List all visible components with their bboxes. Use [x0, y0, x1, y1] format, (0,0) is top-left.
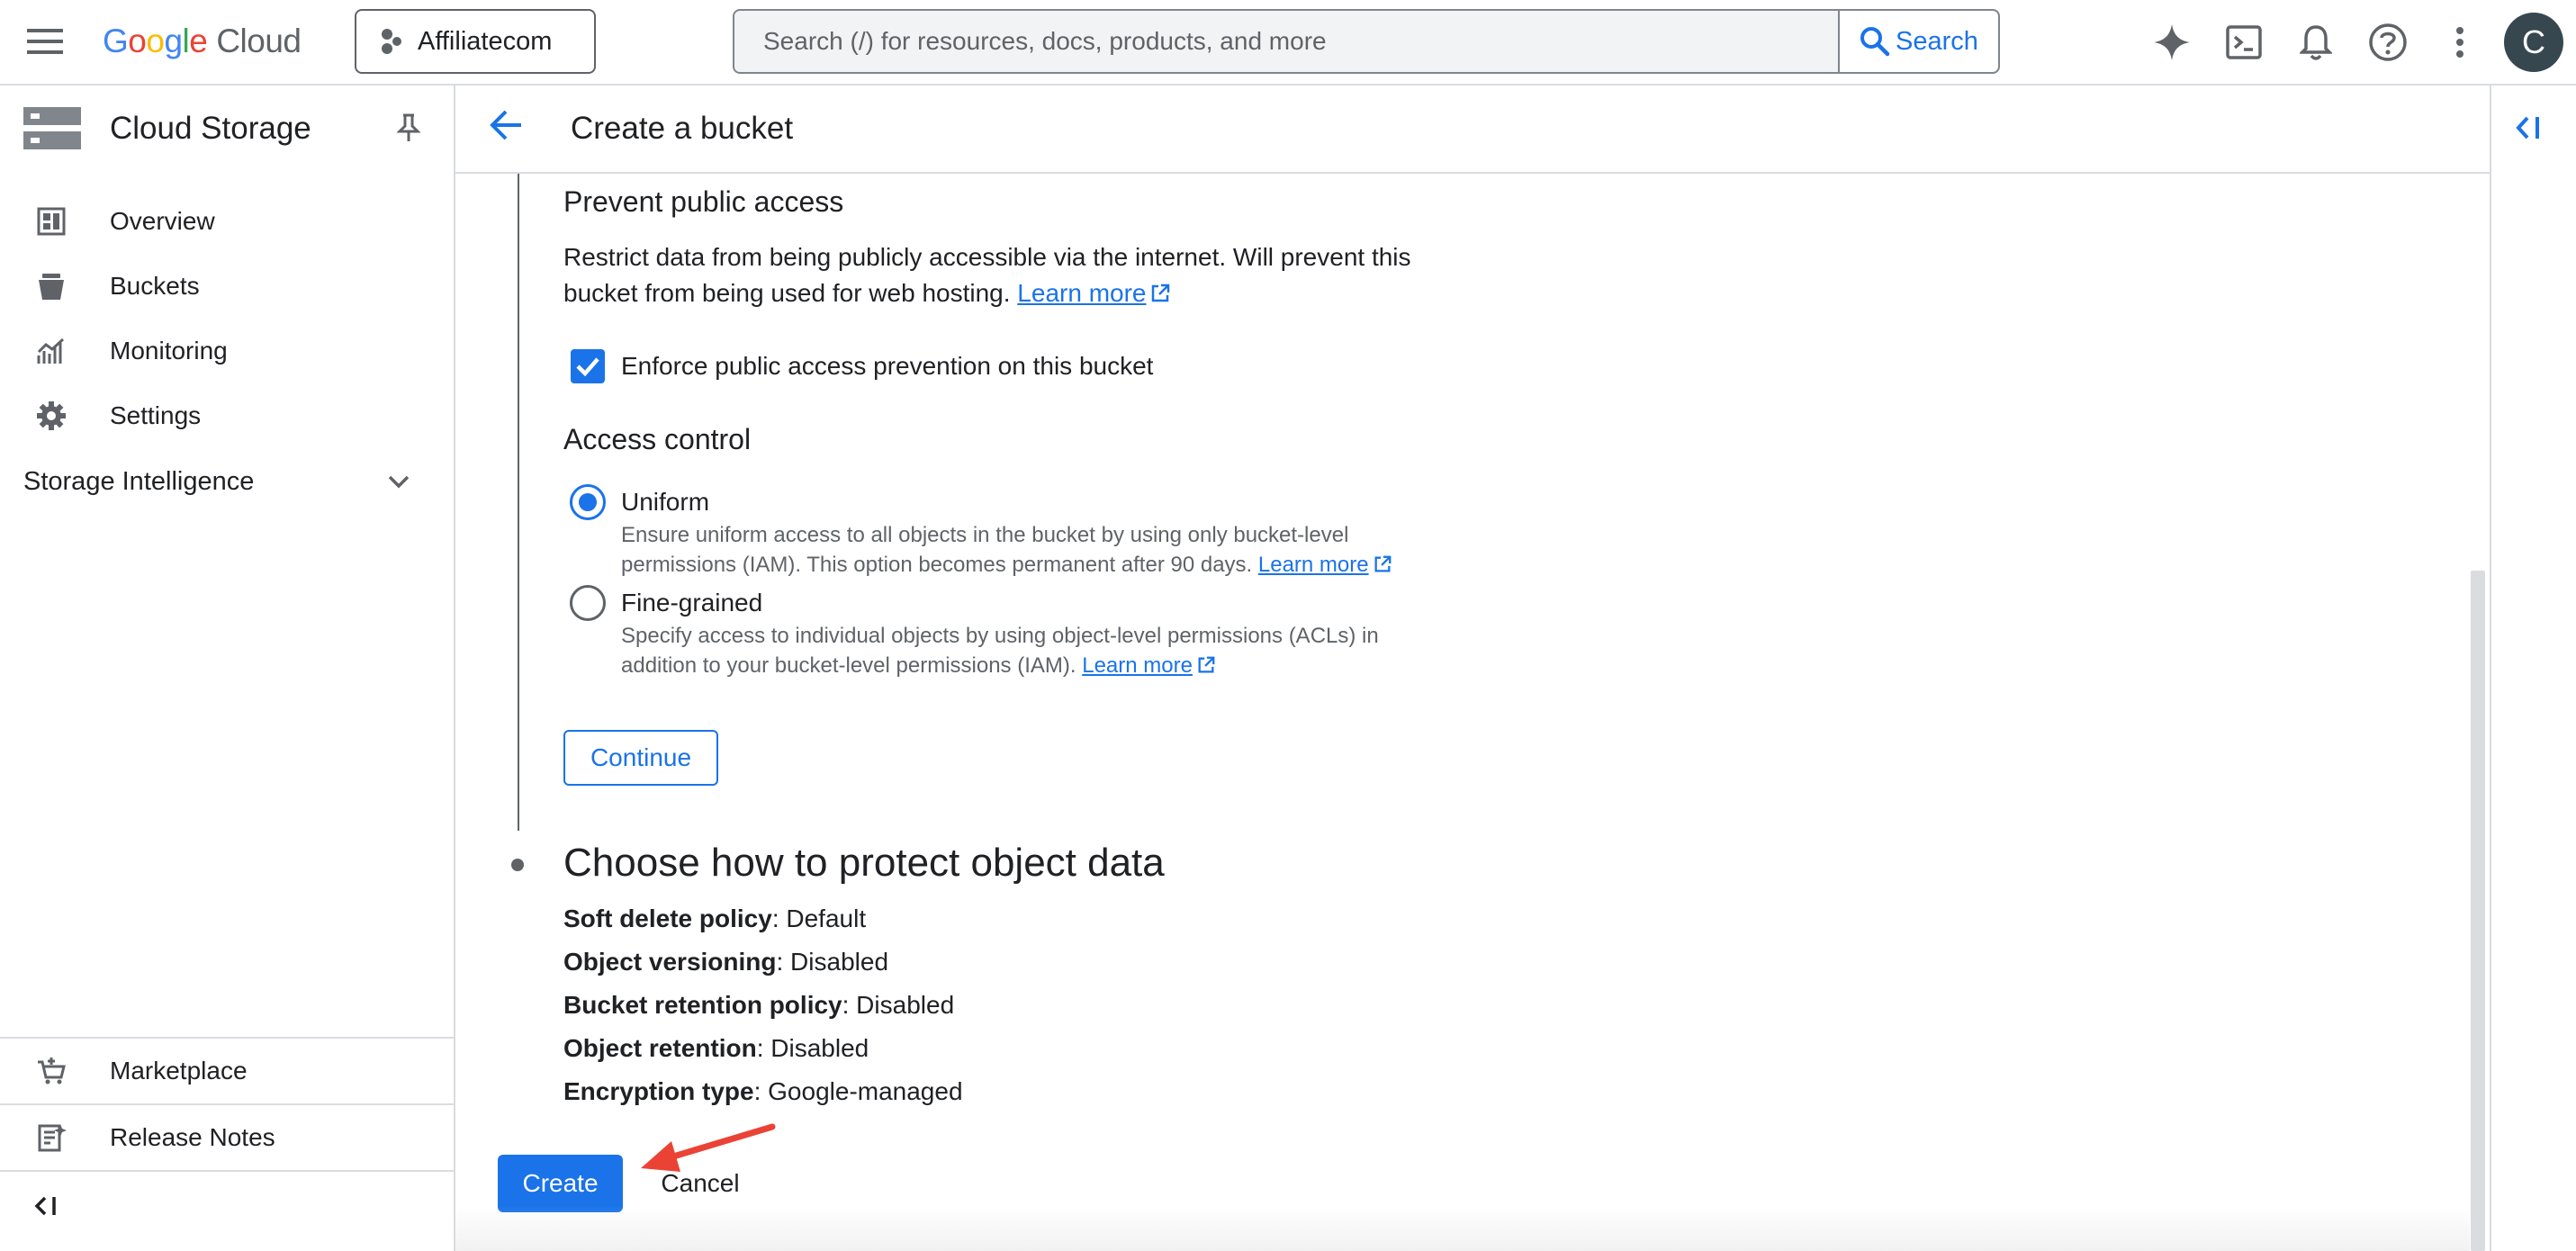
annotation-arrow-icon — [630, 1116, 779, 1179]
object-versioning-row: Object versioning: Disabled — [563, 948, 888, 976]
learn-more-link[interactable]: Learn more — [1082, 653, 1193, 678]
learn-more-link[interactable]: Learn more — [1258, 553, 1369, 577]
page-header: Create a bucket — [455, 86, 2490, 174]
fine-grained-description: Specify access to individual objects by … — [621, 621, 1413, 680]
bucket-retention-policy-row: Bucket retention policy: Disabled — [563, 991, 954, 1020]
right-rail — [2490, 86, 2576, 1251]
avatar[interactable]: C — [2504, 13, 2563, 72]
cloud-shell-icon[interactable] — [2221, 20, 2266, 65]
search-button-label: Search — [1896, 26, 1978, 56]
row-value: : Google-managed — [753, 1077, 963, 1105]
search-bar: Search — [733, 9, 2000, 74]
learn-more-link[interactable]: Learn more — [1017, 279, 1146, 307]
search-button[interactable]: Search — [1838, 11, 1998, 72]
sidebar-item-overview[interactable]: Overview — [0, 189, 454, 254]
encryption-type-row: Encryption type: Google-managed — [563, 1077, 963, 1106]
sidebar-item-label: Release Notes — [110, 1123, 275, 1151]
enforce-public-access-label: Enforce public access prevention on this… — [621, 352, 1154, 380]
pin-icon[interactable] — [396, 112, 421, 143]
project-icon — [380, 28, 403, 55]
description-text: Specify access to individual objects by … — [621, 624, 1379, 678]
fine-grained-radio-label: Fine-grained — [621, 589, 763, 616]
google-cloud-logo[interactable]: Go o g l e Cloud — [103, 18, 302, 65]
row-key: Soft delete policy — [563, 904, 772, 932]
bottom-shadow — [455, 1206, 2470, 1251]
description-text: Restrict data from being publicly access… — [563, 243, 1411, 307]
top-bar: GoogleCloud Affiliatecom Search C — [0, 0, 2576, 86]
row-key: Encryption type — [563, 1077, 754, 1105]
chevron-down-icon — [387, 474, 410, 489]
sidebar-item-monitoring[interactable]: Monitoring — [0, 319, 454, 383]
help-icon[interactable] — [2365, 20, 2410, 65]
row-key: Bucket retention policy — [563, 991, 842, 1019]
back-arrow-icon[interactable] — [488, 107, 524, 143]
object-retention-row: Object retention: Disabled — [563, 1034, 869, 1063]
fine-grained-radio[interactable] — [570, 585, 606, 621]
sidebar-item-label: Marketplace — [110, 1057, 248, 1084]
sidebar-item-label: Settings — [110, 401, 202, 429]
external-link-icon — [1196, 655, 1216, 675]
soft-delete-policy-row: Soft delete policy: Default — [563, 904, 866, 933]
search-input[interactable] — [734, 11, 1838, 72]
row-value: : Disabled — [776, 948, 889, 976]
sidebar-item-release-notes[interactable]: Release Notes — [0, 1105, 454, 1170]
access-control-heading: Access control — [563, 423, 752, 455]
uniform-description: Ensure uniform access to all objects in … — [621, 520, 1413, 580]
bucket-icon — [36, 271, 67, 302]
sidebar-section-label: Storage Intelligence — [23, 466, 255, 496]
more-vert-icon[interactable] — [2437, 20, 2482, 65]
gear-icon — [36, 400, 67, 431]
sidebar-item-settings[interactable]: Settings — [0, 383, 454, 448]
checkmark-icon — [575, 356, 600, 377]
row-value: : Disabled — [756, 1034, 869, 1062]
project-picker-button[interactable]: Affiliatecom — [355, 9, 596, 74]
expand-panel-icon[interactable] — [2515, 112, 2544, 143]
sidebar-item-buckets[interactable]: Buckets — [0, 254, 454, 319]
marketplace-cart-icon — [36, 1056, 67, 1086]
uniform-radio-label: Uniform — [621, 488, 710, 516]
notifications-bell-icon[interactable] — [2293, 20, 2338, 65]
stepper-line — [518, 174, 519, 831]
product-title: Cloud Storage — [110, 111, 311, 146]
sidebar-item-label: Overview — [110, 207, 215, 235]
sidebar-section-storage-intelligence[interactable]: Storage Intelligence — [0, 449, 454, 514]
project-name: Affiliatecom — [418, 26, 553, 56]
cloud-storage-icon — [23, 107, 81, 150]
product-header: Cloud Storage — [0, 86, 454, 174]
sidebar-item-marketplace[interactable]: Marketplace — [0, 1039, 454, 1103]
continue-button[interactable]: Continue — [563, 730, 718, 786]
step-bullet — [511, 859, 524, 871]
external-link-icon — [1149, 283, 1171, 304]
scrollbar-thumb[interactable] — [2471, 571, 2485, 1251]
row-key: Object versioning — [563, 948, 777, 976]
row-value: : Disabled — [842, 991, 955, 1019]
prevent-public-access-heading: Prevent public access — [563, 185, 844, 218]
row-key: Object retention — [563, 1034, 757, 1062]
prevent-public-access-description: Restrict data from being publicly access… — [563, 239, 1437, 311]
monitoring-icon — [36, 336, 67, 366]
description-text: Ensure uniform access to all objects in … — [621, 523, 1349, 577]
search-icon — [1860, 26, 1890, 57]
sidebar-item-label: Buckets — [110, 272, 200, 300]
release-notes-icon — [36, 1122, 67, 1153]
page-title: Create a bucket — [571, 111, 794, 146]
menu-icon[interactable] — [23, 22, 67, 61]
sidebar-item-label: Monitoring — [110, 337, 228, 364]
uniform-radio[interactable] — [570, 484, 606, 520]
row-value: : Default — [771, 904, 867, 932]
external-link-icon — [1373, 554, 1392, 574]
sidebar: Cloud Storage Overview Buckets Monitorin… — [0, 86, 455, 1251]
sidebar-divider — [0, 1170, 454, 1172]
protect-object-data-heading[interactable]: Choose how to protect object data — [563, 841, 1165, 886]
enforce-public-access-checkbox[interactable] — [571, 349, 605, 383]
create-button[interactable]: Create — [498, 1155, 623, 1212]
dashboard-icon — [36, 206, 67, 237]
collapse-sidebar-icon[interactable] — [32, 1194, 59, 1218]
gemini-sparkle-icon[interactable] — [2149, 20, 2194, 65]
